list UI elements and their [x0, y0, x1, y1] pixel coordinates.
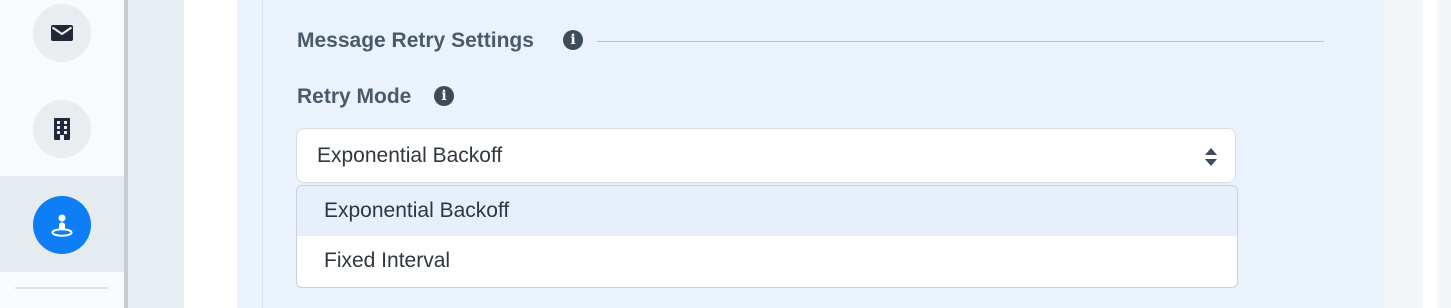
mail-icon [51, 25, 73, 41]
sidebar-item-person[interactable] [33, 196, 91, 254]
retry-mode-options: Exponential Backoff Fixed Interval [296, 185, 1238, 288]
info-icon[interactable]: i [563, 30, 583, 50]
panel-rule [262, 0, 263, 308]
option-exponential-backoff[interactable]: Exponential Backoff [297, 186, 1237, 236]
section-title: Message Retry Settings [297, 29, 534, 52]
content-gutter [128, 0, 184, 308]
sidebar-item-mail[interactable] [33, 4, 91, 62]
person-pin-icon [51, 214, 73, 237]
section-divider [597, 41, 1324, 42]
retry-mode-label: Retry Mode [297, 85, 412, 108]
building-icon [54, 118, 70, 140]
sidebar-item-building[interactable] [33, 100, 91, 158]
retry-mode-selected-value: Exponential Backoff [317, 144, 503, 167]
option-fixed-interval[interactable]: Fixed Interval [297, 236, 1237, 286]
sidebar-divider [15, 287, 108, 289]
info-icon[interactable]: i [434, 86, 454, 106]
right-edge [1423, 0, 1437, 308]
retry-mode-select[interactable]: Exponential Backoff [296, 128, 1236, 183]
sort-arrows-icon [1205, 148, 1217, 166]
